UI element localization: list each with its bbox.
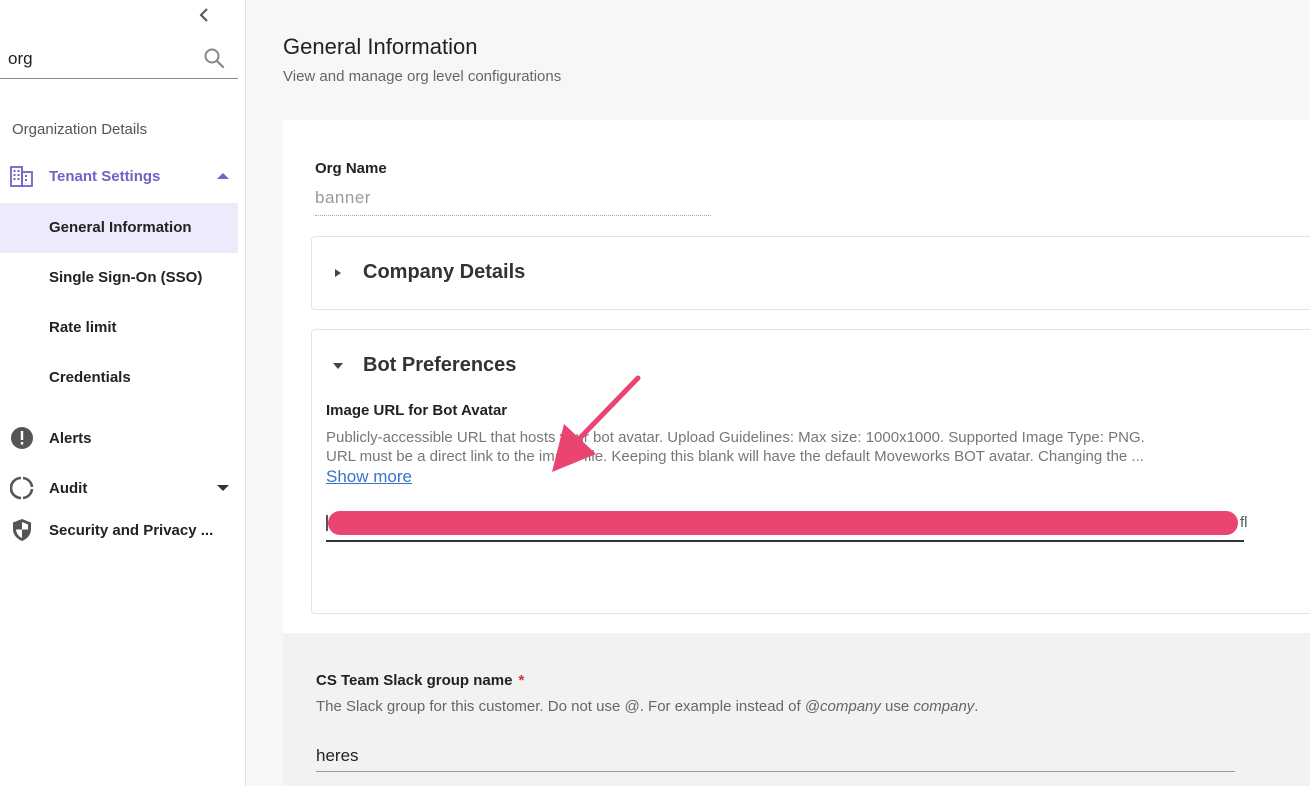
page-subtitle: View and manage org level configurations (283, 68, 562, 85)
caret-right-icon (335, 268, 341, 277)
audit-donut-icon (10, 476, 34, 500)
cs-team-help: The Slack group for this customer. Do no… (316, 698, 978, 715)
required-mark: * (518, 672, 525, 689)
nav-credentials-label: Credentials (49, 369, 131, 386)
nav-security-privacy[interactable]: Security and Privacy ... (0, 512, 238, 548)
bot-avatar-help-line1: Publicly-accessible URL that hosts your … (326, 429, 1145, 446)
bot-preferences-panel: Bot Preferences (311, 329, 1310, 614)
collapse-sidebar-button[interactable] (194, 4, 214, 26)
nav-alerts-label: Alerts (49, 429, 92, 447)
nav-audit[interactable]: Audit (0, 470, 238, 506)
alert-icon (11, 427, 33, 449)
cs-team-help-b: @company (804, 698, 881, 715)
cs-team-label-text: CS Team Slack group name (316, 672, 513, 689)
shield-icon (13, 519, 31, 541)
bot-preferences-header[interactable]: Bot Preferences (332, 354, 516, 377)
company-details-header[interactable]: Company Details (332, 261, 525, 284)
bot-avatar-help: Publicly-accessible URL that hosts your … (326, 428, 1266, 466)
cs-team-label: CS Team Slack group name * (316, 672, 524, 689)
cs-team-help-a: The Slack group for this customer. Do no… (316, 698, 805, 715)
org-name-underline (315, 215, 711, 216)
bot-avatar-help-line2: URL must be a direct link to the image f… (326, 448, 1144, 465)
nav-organization-details[interactable]: Organization Details (12, 121, 147, 138)
search-icon[interactable] (202, 46, 226, 70)
url-text-tail: fl (1240, 514, 1248, 531)
nav-rate-limit-label: Rate limit (49, 319, 117, 336)
caret-down-icon (217, 485, 229, 491)
nav-tenant-settings[interactable]: Tenant Settings (0, 158, 238, 194)
bot-avatar-url-input[interactable]: fl (326, 508, 1248, 542)
company-details-panel: Company Details (311, 236, 1310, 310)
search-box (0, 40, 238, 79)
caret-up-icon (217, 173, 229, 179)
sidebar: Organization Details Tenant Settings Gen… (0, 0, 246, 786)
nav-alerts[interactable]: Alerts (0, 420, 238, 456)
slack-group-input[interactable] (316, 740, 1235, 772)
building-icon (10, 166, 33, 187)
bot-preferences-title: Bot Preferences (363, 354, 517, 376)
nav-tenant-settings-label: Tenant Settings (49, 167, 161, 185)
redaction-bar (328, 511, 1238, 535)
org-name-value: banner (315, 188, 371, 207)
nav-general-information[interactable]: General Information (0, 203, 238, 253)
caret-down-icon (333, 362, 343, 369)
nav-credentials[interactable]: Credentials (0, 353, 238, 403)
search-input[interactable] (8, 46, 198, 72)
chevron-left-icon (199, 8, 208, 22)
company-details-title: Company Details (363, 261, 526, 283)
nav-general-information-label: General Information (49, 219, 192, 236)
nav-audit-label: Audit (49, 479, 88, 497)
nav-security-privacy-label: Security and Privacy ... (49, 521, 214, 539)
bot-avatar-label: Image URL for Bot Avatar (326, 402, 508, 419)
nav-single-sign-on-label: Single Sign-On (SSO) (49, 269, 203, 286)
page-title: General Information (283, 34, 478, 59)
org-name-label: Org Name (315, 160, 387, 177)
cs-team-help-d: company (913, 698, 975, 715)
show-more-link[interactable]: Show more (326, 467, 412, 487)
cs-team-help-c: use (880, 698, 914, 715)
nav-rate-limit[interactable]: Rate limit (0, 303, 238, 353)
cs-team-help-e: . (974, 698, 979, 715)
nav-single-sign-on[interactable]: Single Sign-On (SSO) (0, 253, 238, 303)
